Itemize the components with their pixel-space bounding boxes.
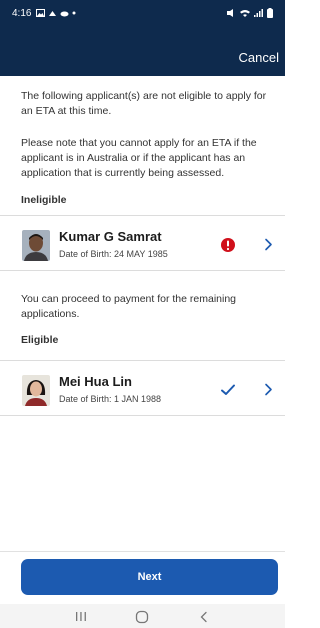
not-eligible-message: The following applicant(s) are not eligi… — [21, 90, 267, 117]
header-bar: Cancel — [0, 26, 285, 76]
cloud-icon — [60, 11, 69, 16]
wifi-icon — [240, 10, 250, 17]
ineligible-applicant-row[interactable]: Kumar G Samrat Date of Birth: 24 MAY 198… — [0, 215, 285, 271]
system-nav-bar — [0, 604, 285, 628]
proceed-message: You can proceed to payment for the remai… — [21, 293, 236, 320]
home-icon — [136, 610, 149, 623]
chevron-right-icon[interactable] — [264, 238, 273, 251]
recent-apps-button[interactable] — [71, 610, 91, 624]
status-left: 4:16 — [12, 8, 76, 19]
home-button[interactable] — [132, 610, 152, 624]
back-icon — [200, 611, 207, 622]
mute-icon — [227, 9, 233, 17]
dot-icon — [72, 11, 76, 15]
check-icon — [221, 384, 235, 395]
notification-icons — [36, 9, 76, 17]
bottom-area: Next — [0, 551, 285, 628]
applicant-name: Mei Hua Lin — [59, 374, 132, 389]
cancel-button[interactable]: Cancel — [239, 50, 279, 65]
applicant-dob: Date of Birth: 24 MAY 1985 — [59, 249, 168, 259]
applicant-dob: Date of Birth: 1 JAN 1988 — [59, 394, 162, 404]
status-right — [226, 8, 273, 18]
eligible-applicant-row[interactable]: Mei Hua Lin Date of Birth: 1 JAN 1988 — [0, 360, 285, 416]
back-button[interactable] — [194, 610, 214, 624]
avatar — [22, 230, 50, 261]
applicant-name: Kumar G Samrat — [59, 229, 162, 244]
cloud-icon — [49, 10, 57, 16]
note-message: Please note that you cannot apply for an… — [21, 137, 257, 179]
avatar — [22, 375, 50, 406]
signal-icon — [254, 9, 263, 17]
next-button[interactable]: Next — [21, 559, 278, 595]
image-icon — [36, 9, 46, 17]
error-icon — [221, 238, 235, 252]
battery-icon — [267, 8, 273, 18]
eligible-heading: Eligible — [21, 334, 59, 346]
recent-apps-icon — [75, 612, 86, 621]
ineligible-heading: Ineligible — [21, 194, 67, 206]
chevron-right-icon[interactable] — [264, 383, 273, 396]
status-bar: 4:16 — [0, 0, 285, 26]
status-time: 4:16 — [12, 7, 32, 19]
